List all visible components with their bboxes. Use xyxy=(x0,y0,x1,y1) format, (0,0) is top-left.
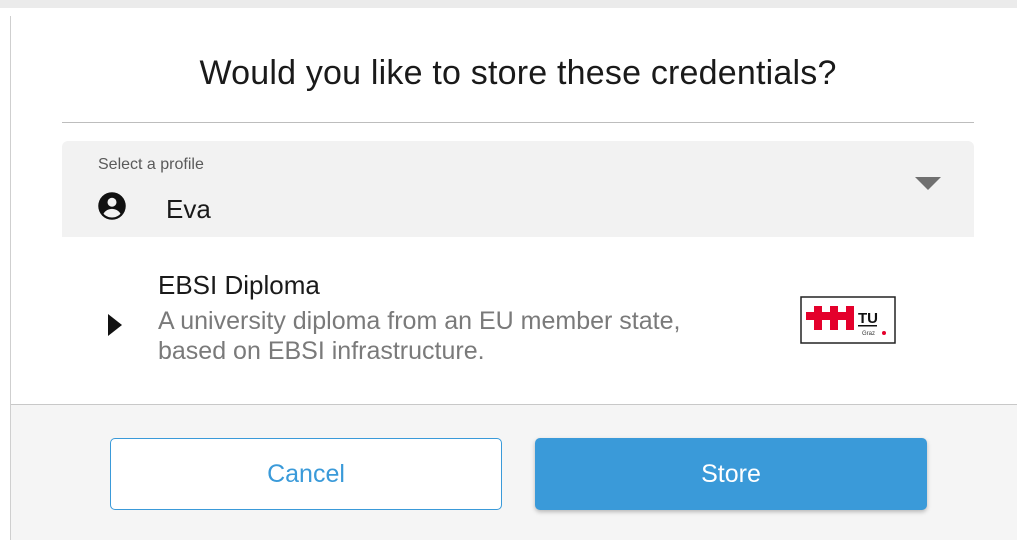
credential-store-dialog: Would you like to store these credential… xyxy=(0,0,1017,540)
cancel-button[interactable]: Cancel xyxy=(110,438,502,510)
account-circle-icon xyxy=(98,192,126,220)
profile-select-label: Select a profile xyxy=(98,156,204,173)
dialog-footer: Cancel Store xyxy=(11,405,1017,540)
profile-select[interactable]: Select a profile Eva xyxy=(62,141,974,237)
credential-title: EBSI Diploma xyxy=(158,270,320,300)
dialog-title: Would you like to store these credential… xyxy=(199,54,837,92)
expand-right-triangle-icon[interactable] xyxy=(108,314,122,336)
profile-select-value: Eva xyxy=(166,194,211,224)
store-button[interactable]: Store xyxy=(535,438,927,510)
credential-description: A university diploma from an EU member s… xyxy=(158,307,681,365)
dropdown-arrow-icon[interactable] xyxy=(915,177,941,190)
title-divider xyxy=(62,122,974,123)
logo-text: TU xyxy=(858,310,878,327)
credential-item: EBSI Diploma A university diploma from a… xyxy=(62,256,974,386)
logo-subtext: Graz xyxy=(862,331,875,337)
tu-graz-logo: TU Graz xyxy=(800,296,896,344)
